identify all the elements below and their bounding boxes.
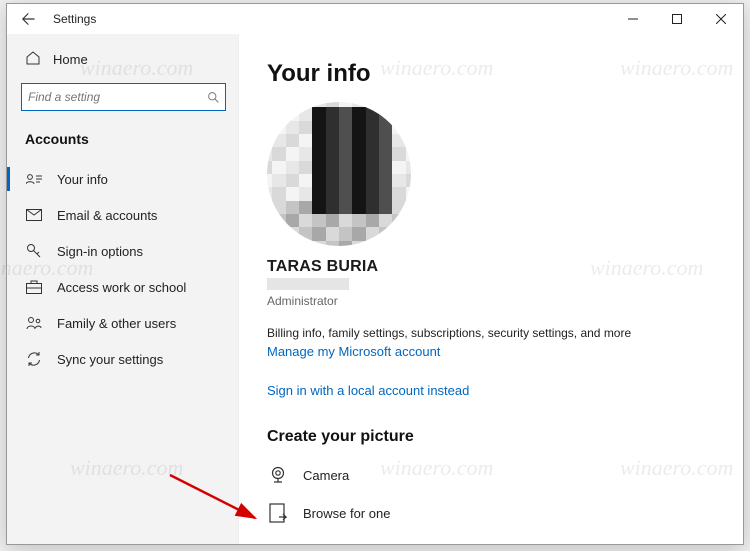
settings-window: Settings Home: [6, 3, 744, 545]
user-name: TARAS BURIA: [267, 258, 719, 276]
sidebar-item-label: Sync your settings: [57, 352, 163, 367]
sidebar: Home Accounts Your info: [7, 34, 239, 544]
sync-icon: [25, 351, 43, 367]
briefcase-icon: [25, 280, 43, 294]
window-title: Settings: [53, 12, 96, 26]
close-button[interactable]: [699, 4, 743, 33]
user-email-redacted: [267, 278, 349, 290]
key-icon: [25, 243, 43, 259]
sidebar-item-family[interactable]: Family & other users: [7, 305, 238, 341]
sidebar-item-label: Email & accounts: [57, 208, 157, 223]
minimize-button[interactable]: [611, 4, 655, 33]
user-role: Administrator: [267, 294, 719, 308]
page-title: Your info: [267, 60, 719, 88]
sidebar-item-label: Family & other users: [57, 316, 176, 331]
arrow-left-icon: [21, 12, 35, 26]
avatar: [267, 102, 411, 246]
sidebar-section-title: Accounts: [25, 131, 238, 147]
close-icon: [716, 14, 726, 24]
home-icon: [25, 50, 41, 69]
browse-label: Browse for one: [303, 506, 390, 521]
sidebar-item-your-info[interactable]: Your info: [7, 161, 238, 197]
camera-icon: [267, 465, 289, 485]
search-field[interactable]: [22, 90, 201, 104]
sidebar-item-work[interactable]: Access work or school: [7, 269, 238, 305]
search-input[interactable]: [21, 83, 226, 111]
browse-icon: [267, 503, 289, 523]
sidebar-item-sync[interactable]: Sync your settings: [7, 341, 238, 377]
window-controls: [611, 4, 743, 33]
sidebar-item-label: Access work or school: [57, 280, 186, 295]
sidebar-item-label: Sign-in options: [57, 244, 143, 259]
picture-heading: Create your picture: [267, 428, 719, 446]
manage-account-link[interactable]: Manage my Microsoft account: [267, 344, 440, 359]
browse-option[interactable]: Browse for one: [267, 498, 719, 528]
maximize-button[interactable]: [655, 4, 699, 33]
titlebar: Settings: [7, 4, 743, 34]
minimize-icon: [628, 14, 638, 24]
email-icon: [25, 209, 43, 221]
content-pane: Your info TARAS BURIA Administrator Bill…: [239, 34, 743, 544]
home-label: Home: [53, 52, 88, 67]
sidebar-item-signin[interactable]: Sign-in options: [7, 233, 238, 269]
camera-option[interactable]: Camera: [267, 460, 719, 490]
back-button[interactable]: [7, 4, 49, 33]
camera-label: Camera: [303, 468, 349, 483]
search-icon: [201, 91, 225, 104]
local-account-link[interactable]: Sign in with a local account instead: [267, 383, 469, 398]
people-icon: [25, 316, 43, 330]
billing-description: Billing info, family settings, subscript…: [267, 326, 719, 340]
sidebar-item-label: Your info: [57, 172, 108, 187]
sidebar-item-email[interactable]: Email & accounts: [7, 197, 238, 233]
home-nav[interactable]: Home: [7, 42, 238, 79]
maximize-icon: [672, 14, 682, 24]
user-card-icon: [25, 173, 43, 185]
